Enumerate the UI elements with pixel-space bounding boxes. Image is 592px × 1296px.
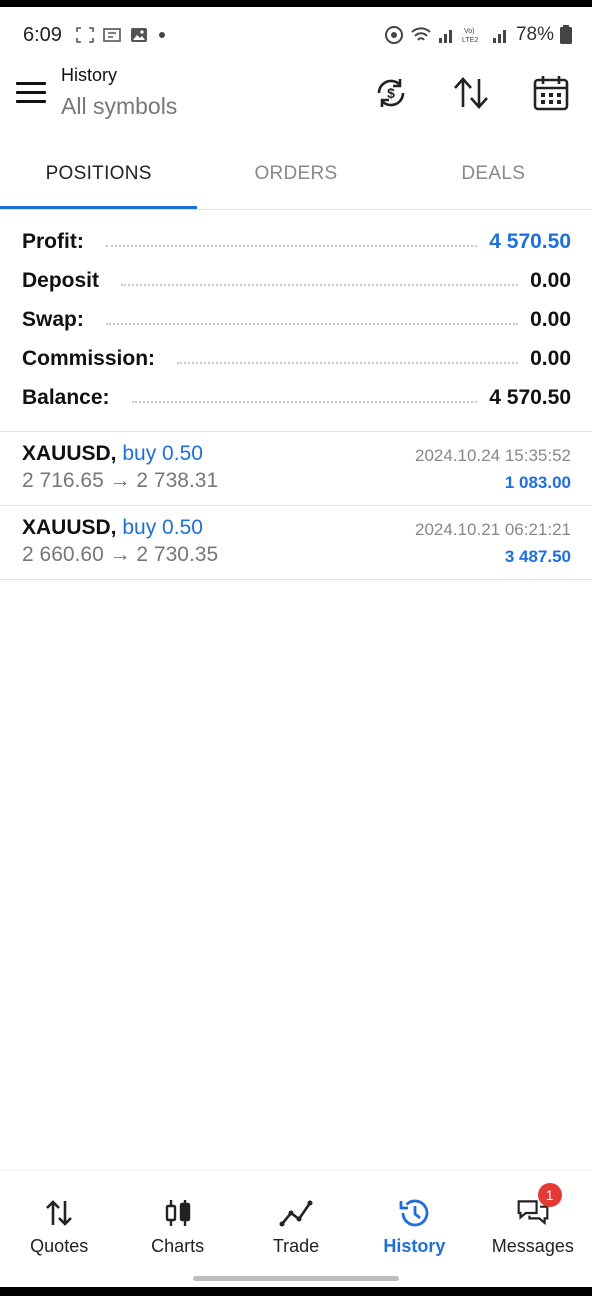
volte-icon: Vo) LTE2 [462, 28, 478, 44]
symbol-filter[interactable]: All symbols [61, 93, 177, 120]
menu-button[interactable] [14, 75, 48, 109]
profit-value: 4 570.50 [489, 229, 571, 253]
summary-panel: Profit: 4 570.50 Deposit 0.00 Swap: 0.00… [22, 222, 571, 417]
dot-icon [159, 32, 165, 38]
summary-profit-row: Profit: 4 570.50 [22, 222, 571, 261]
summary-swap-row: Swap: 0.00 [22, 300, 571, 339]
list-item[interactable]: XAUUSD, buy 0.50 2 716.65 → 2 738.31 202… [0, 432, 592, 506]
nav-charts-label: Charts [151, 1236, 205, 1256]
history-tabs: POSITIONS ORDERS DEALS [0, 140, 592, 210]
nav-charts[interactable]: Charts [118, 1171, 236, 1266]
messages-badge: 1 [537, 1183, 562, 1207]
svg-text:$: $ [387, 85, 395, 101]
dotted-leader [121, 283, 519, 286]
sort-icon [454, 77, 488, 109]
deal-side: buy 0.50 [122, 442, 203, 465]
signal-icon [438, 30, 452, 43]
status-notification-icons [76, 27, 167, 43]
signal-2-icon [492, 30, 506, 43]
svg-text:LTE2: LTE2 [462, 37, 478, 44]
deal-date: 2024.10.24 15:35:52 [415, 446, 571, 465]
tabs-divider [0, 209, 592, 210]
history-icon [397, 1196, 431, 1230]
deposit-value: 0.00 [530, 268, 571, 292]
summary-balance-row: Balance: 4 570.50 [22, 378, 571, 417]
battery-icon [560, 25, 572, 44]
tab-deals[interactable]: DEALS [395, 140, 592, 210]
nav-quotes[interactable]: Quotes [0, 1171, 118, 1266]
dotted-leader [105, 244, 478, 247]
nav-history[interactable]: History [355, 1171, 473, 1266]
nav-trade-label: Trade [272, 1236, 320, 1256]
balance-value: 4 570.50 [489, 385, 571, 409]
charts-icon [161, 1196, 195, 1230]
image-icon [131, 28, 147, 42]
svg-text:Vo): Vo) [464, 28, 475, 35]
currency-refresh-button[interactable]: $ [369, 71, 413, 115]
app-header: History All symbols $ [0, 57, 592, 137]
profit-label: Profit: [22, 229, 94, 254]
menu-icon-bar-2 [16, 90, 46, 94]
quotes-icon [42, 1196, 76, 1230]
bottom-navigation: Quotes Charts Trade History 1 Messages [0, 1170, 592, 1266]
deal-date: 2024.10.21 06:21:21 [415, 520, 571, 539]
status-time: 6:09 [23, 24, 62, 46]
dotted-leader [131, 400, 478, 403]
tab-positions[interactable]: POSITIONS [0, 140, 198, 210]
menu-icon-bar-3 [16, 99, 46, 103]
commission-value: 0.00 [530, 346, 571, 370]
nav-history-label: History [383, 1236, 446, 1256]
wifi-icon [411, 27, 431, 41]
deal-symbol: XAUUSD, buy 0.50 [22, 442, 203, 466]
calendar-button[interactable] [529, 71, 573, 115]
sort-button[interactable] [449, 71, 493, 115]
deal-side: buy 0.50 [122, 516, 203, 539]
nav-messages[interactable]: 1 Messages [474, 1171, 592, 1266]
trade-icon [279, 1196, 313, 1230]
nav-trade[interactable]: Trade [237, 1171, 355, 1266]
balance-label: Balance: [22, 385, 120, 410]
swap-label: Swap: [22, 307, 94, 332]
nav-messages-label: Messages [491, 1236, 574, 1256]
summary-commission-row: Commission: 0.00 [22, 339, 571, 378]
bottom-edge [0, 1287, 592, 1296]
summary-deposit-row: Deposit 0.00 [22, 261, 571, 300]
swap-value: 0.00 [530, 307, 571, 331]
deal-profit: 3 487.50 [504, 547, 571, 566]
row-divider [0, 579, 592, 580]
calendar-icon [533, 76, 569, 111]
deposit-label: Deposit [22, 268, 110, 293]
status-bar: 6:09 Vo) LTE2 78% [0, 7, 592, 57]
tab-orders[interactable]: ORDERS [197, 140, 394, 210]
screenshot-icon [76, 27, 94, 43]
deal-symbol-text: XAUUSD, [22, 442, 117, 465]
status-right: Vo) LTE2 78% [384, 24, 572, 46]
page-title: History [61, 65, 118, 85]
home-indicator[interactable] [193, 1276, 399, 1281]
battery-percent: 78% [515, 24, 554, 45]
deal-prices: 2 716.65 → 2 738.31 [22, 469, 219, 492]
commission-label: Commission: [22, 346, 166, 371]
menu-icon [16, 81, 46, 85]
nav-quotes-label: Quotes [30, 1236, 89, 1256]
deal-symbol: XAUUSD, buy 0.50 [22, 516, 203, 540]
deal-symbol-text: XAUUSD, [22, 516, 117, 539]
deal-prices: 2 660.60 → 2 730.35 [22, 543, 219, 566]
list-item[interactable]: XAUUSD, buy 0.50 2 660.60 → 2 730.35 202… [0, 506, 592, 580]
hotspot-icon [384, 26, 403, 44]
cast-icon [103, 28, 121, 42]
dotted-leader [105, 322, 519, 325]
top-edge [0, 0, 592, 7]
currency-refresh-icon: $ [377, 79, 405, 107]
deal-profit: 1 083.00 [504, 473, 571, 492]
dotted-leader [177, 361, 519, 364]
